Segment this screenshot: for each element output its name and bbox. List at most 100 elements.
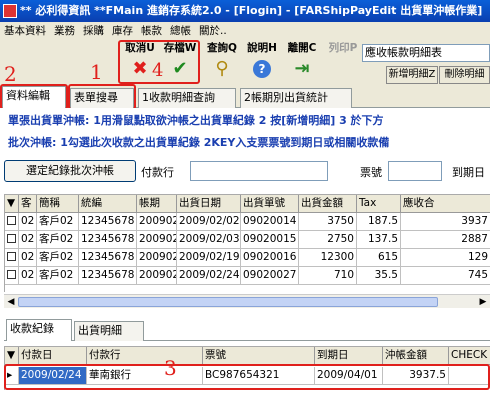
tab-period-stats[interactable]: 2帳期別出貨統計 xyxy=(240,88,352,108)
batch-writeoff-button[interactable]: 選定紀錄批次沖帳 xyxy=(4,160,136,182)
cell-period[interactable]: 200902 xyxy=(137,213,177,231)
row-checkbox[interactable] xyxy=(5,249,19,267)
title-bar: ** 必利得資訊 **FMain 進銷存系統2.0 - [Flogin] - [… xyxy=(0,0,490,22)
report-select[interactable]: 應收帳款明細表 xyxy=(362,44,490,62)
cell-ship-no[interactable]: 09020015 xyxy=(241,231,299,249)
cell-short-name[interactable]: 客戶02 xyxy=(37,213,79,231)
print-button[interactable]: 列印P xyxy=(324,40,362,84)
cell-receivable[interactable]: 2887 xyxy=(401,231,490,249)
annotation-3: 3 xyxy=(164,356,177,380)
payer-bank-label: 付款行 xyxy=(141,166,174,179)
menu-sales[interactable]: 業務 xyxy=(50,22,79,40)
cell-tax[interactable]: 35.5 xyxy=(357,267,401,285)
info-line-single: 單張出貨單沖帳: 1用滑鼠點取欲沖帳之出貨單紀錄 2 按[新增明細] 3 於下方 xyxy=(8,114,384,127)
help-button[interactable]: 說明H ? xyxy=(242,40,282,84)
menu-purchase[interactable]: 採購 xyxy=(79,22,108,40)
check-no-input[interactable] xyxy=(388,161,442,181)
receipt-header-amount[interactable]: 沖帳金額 xyxy=(383,347,449,365)
receipt-header-pay-date[interactable]: 付款日 xyxy=(19,347,87,365)
cell-customer[interactable]: 02 xyxy=(19,249,37,267)
cell-receivable[interactable]: 3937 xyxy=(401,213,490,231)
grid-header-short-name[interactable]: 簡稱 xyxy=(37,195,79,213)
checkbox-icon[interactable] xyxy=(7,251,16,261)
receipt-header-due-date[interactable]: 到期日 xyxy=(315,347,383,365)
payer-bank-input[interactable] xyxy=(190,161,328,181)
cell-amount[interactable]: 710 xyxy=(299,267,357,285)
cell-period[interactable]: 200902 xyxy=(137,267,177,285)
cell-short-name[interactable]: 客戶02 xyxy=(37,267,79,285)
question-icon: ? xyxy=(253,60,271,78)
cell-ship-date[interactable]: 2009/02/24 xyxy=(177,267,241,285)
grid-header-customer[interactable]: 客 xyxy=(19,195,37,213)
cell-ship-no[interactable]: 09020016 xyxy=(241,249,299,267)
receipt-header-check[interactable]: CHECK xyxy=(449,347,490,365)
grid-header-ship-date[interactable]: 出貨日期 xyxy=(177,195,241,213)
grid-header-amount[interactable]: 出貨金額 xyxy=(299,195,357,213)
annotation-4: 4 xyxy=(152,60,164,81)
cell-amount[interactable]: 3750 xyxy=(299,213,357,231)
receipt-header-bank[interactable]: 付款行 xyxy=(87,347,203,365)
checkbox-icon[interactable] xyxy=(7,269,16,279)
query-button[interactable]: 查詢Q ⚲ xyxy=(202,40,242,84)
tab-receipt-records[interactable]: 收款紀錄 xyxy=(6,319,72,341)
cell-amount[interactable]: 2750 xyxy=(299,231,357,249)
grid-header-check[interactable]: ▼ xyxy=(5,195,19,213)
exit-door-icon: ⇥ xyxy=(294,58,310,79)
receipt-header-check-no[interactable]: 票號 xyxy=(203,347,315,365)
grid-header-tax[interactable]: Tax xyxy=(357,195,401,213)
cell-tax-id[interactable]: 12345678 xyxy=(79,231,137,249)
annotation-1: 1 xyxy=(90,60,103,84)
cell-short-name[interactable]: 客戶02 xyxy=(37,249,79,267)
exit-button[interactable]: 離開C ⇥ xyxy=(282,40,322,84)
annotation-2: 2 xyxy=(4,62,17,86)
cell-ship-date[interactable]: 2009/02/02 xyxy=(177,213,241,231)
menu-inventory[interactable]: 庫存 xyxy=(108,22,137,40)
app-icon xyxy=(3,4,17,18)
menu-ledger[interactable]: 總帳 xyxy=(166,22,195,40)
cell-ship-no[interactable]: 09020027 xyxy=(241,267,299,285)
cell-short-name[interactable]: 客戶02 xyxy=(37,231,79,249)
add-detail-button[interactable]: 新增明細Z xyxy=(386,66,438,84)
checkbox-icon[interactable] xyxy=(7,233,16,243)
shipment-grid: ▼ 客 簡稱 統編 帳期 出貨日期 出貨單號 出貨金額 Tax 應收合 02 客戶… xyxy=(4,194,490,292)
grid-header-receivable[interactable]: 應收合 xyxy=(401,195,490,213)
row-checkbox[interactable] xyxy=(5,231,19,249)
due-date-label: 到期日 xyxy=(452,166,485,179)
row-checkbox[interactable] xyxy=(5,213,19,231)
cell-customer[interactable]: 02 xyxy=(19,267,37,285)
cell-receivable[interactable]: 745 xyxy=(401,267,490,285)
cell-tax[interactable]: 137.5 xyxy=(357,231,401,249)
cell-period[interactable]: 200902 xyxy=(137,249,177,267)
cell-amount[interactable]: 12300 xyxy=(299,249,357,267)
menu-basic-data[interactable]: 基本資料 xyxy=(0,22,50,40)
delete-detail-button[interactable]: 刪除明細 xyxy=(439,66,490,84)
check-no-label: 票號 xyxy=(360,166,382,179)
grid-header-ship-no[interactable]: 出貨單號 xyxy=(241,195,299,213)
cell-ship-date[interactable]: 2009/02/03 xyxy=(177,231,241,249)
scroll-right-arrow[interactable]: ▶ xyxy=(476,295,490,309)
cell-customer[interactable]: 02 xyxy=(19,213,37,231)
checkbox-icon[interactable] xyxy=(7,215,16,225)
scrollbar-thumb[interactable] xyxy=(18,297,438,307)
cell-ship-date[interactable]: 2009/02/19 xyxy=(177,249,241,267)
cell-tax-id[interactable]: 12345678 xyxy=(79,213,137,231)
scroll-left-arrow[interactable]: ◀ xyxy=(4,295,18,309)
cell-customer[interactable]: 02 xyxy=(19,231,37,249)
cell-tax[interactable]: 615 xyxy=(357,249,401,267)
grid-header-period[interactable]: 帳期 xyxy=(137,195,177,213)
annotation-box-receipt-row xyxy=(4,364,490,390)
info-line-batch: 批次沖帳: 1勾選此次收款之出貨單紀錄 2KEY入支票票號到期日或相關收款備 xyxy=(8,136,390,149)
cell-ship-no[interactable]: 09020014 xyxy=(241,213,299,231)
menu-about[interactable]: 關於.. xyxy=(195,22,231,40)
menu-accounts[interactable]: 帳款 xyxy=(137,22,166,40)
cell-tax-id[interactable]: 12345678 xyxy=(79,249,137,267)
tab-shipment-details[interactable]: 出貨明細 xyxy=(74,321,144,341)
cell-tax-id[interactable]: 12345678 xyxy=(79,267,137,285)
grid-header-tax-id[interactable]: 統編 xyxy=(79,195,137,213)
cell-receivable[interactable]: 129 xyxy=(401,249,490,267)
tab-receipt-query[interactable]: 1收款明細查詢 xyxy=(138,88,236,108)
cell-period[interactable]: 200902 xyxy=(137,231,177,249)
cell-tax[interactable]: 187.5 xyxy=(357,213,401,231)
row-checkbox[interactable] xyxy=(5,267,19,285)
horizontal-scrollbar[interactable]: ◀ ▶ xyxy=(4,294,490,308)
